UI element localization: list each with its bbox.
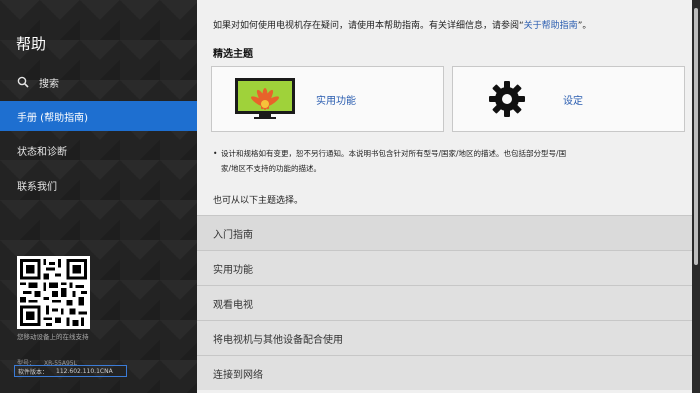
card-label: 实用功能: [316, 95, 356, 107]
tv-flower-icon: [234, 77, 296, 121]
firmware-value: 112.602.110.1CNA: [56, 367, 113, 375]
intro-prefix: 如果对如何使用电视机存在疑问，请使用本帮助指南。有关详细信息，请参阅“: [213, 21, 524, 31]
sidebar-item-label: 联系我们: [17, 181, 57, 193]
firmware-info: 软件版本： 112.602.110.1CNA: [14, 365, 127, 377]
qr-caption: 您移动设备上的在线支持: [17, 333, 89, 341]
sidebar: 帮助 搜索 手册 (帮助指南) 状态和诊断 联系我们 您移动设备上的在线支持 型…: [0, 0, 197, 393]
scrollbar-thumb[interactable]: [694, 8, 698, 265]
card-settings[interactable]: 设定: [452, 66, 685, 132]
featured-topics-title: 精选主题: [213, 49, 253, 60]
help-screen: 帮助 搜索 手册 (帮助指南) 状态和诊断 联系我们 您移动设备上的在线支持 型…: [0, 0, 700, 393]
note-line: 家/地区不支持的功能的描述。: [221, 164, 322, 173]
topic-useful-features[interactable]: 实用功能: [197, 250, 692, 285]
sidebar-item-contact[interactable]: 联系我们: [0, 170, 197, 200]
qr-code: [17, 256, 90, 329]
note-line: 设计和规格如有变更，恕不另行通知。本说明书包含针对所有型号/国家/地区的描述。也…: [221, 149, 567, 158]
topic-list: 入门指南 实用功能 观看电视 将电视机与其他设备配合使用 连接到网络: [197, 215, 692, 390]
intro-text: 如果对如何使用电视机存在疑问，请使用本帮助指南。有关详细信息，请参阅“关于帮助指…: [213, 18, 591, 31]
sidebar-item-label: 搜索: [39, 78, 59, 90]
about-help-guide-link[interactable]: 关于帮助指南: [524, 21, 578, 31]
card-useful-features[interactable]: 实用功能: [211, 66, 444, 132]
sidebar-item-manual[interactable]: 手册 (帮助指南): [0, 101, 197, 131]
sidebar-item-label: 手册 (帮助指南): [17, 112, 88, 124]
topic-other-devices[interactable]: 将电视机与其他设备配合使用: [197, 320, 692, 355]
sidebar-item-label: 状态和诊断: [17, 146, 67, 158]
disclaimer-note: • 设计和规格如有变更，恕不另行通知。本说明书包含针对所有型号/国家/地区的描述…: [213, 146, 681, 176]
search-icon: [17, 76, 29, 88]
bullet-icon: •: [213, 149, 218, 158]
card-label: 设定: [563, 95, 583, 107]
intro-suffix: ”。: [577, 21, 592, 31]
sidebar-item-status[interactable]: 状态和诊断: [0, 135, 197, 165]
also-select-text: 也可从以下主题选择。: [213, 196, 304, 206]
topic-getting-started[interactable]: 入门指南: [197, 215, 692, 250]
gear-icon: [487, 79, 527, 119]
topic-watching-tv[interactable]: 观看电视: [197, 285, 692, 320]
firmware-label: 软件版本：: [18, 368, 49, 376]
sidebar-item-search[interactable]: 搜索: [0, 67, 197, 97]
main-content: 如果对如何使用电视机存在疑问，请使用本帮助指南。有关详细信息，请参阅“关于帮助指…: [197, 0, 692, 393]
topic-network[interactable]: 连接到网络: [197, 355, 692, 390]
sidebar-title: 帮助: [16, 35, 47, 53]
